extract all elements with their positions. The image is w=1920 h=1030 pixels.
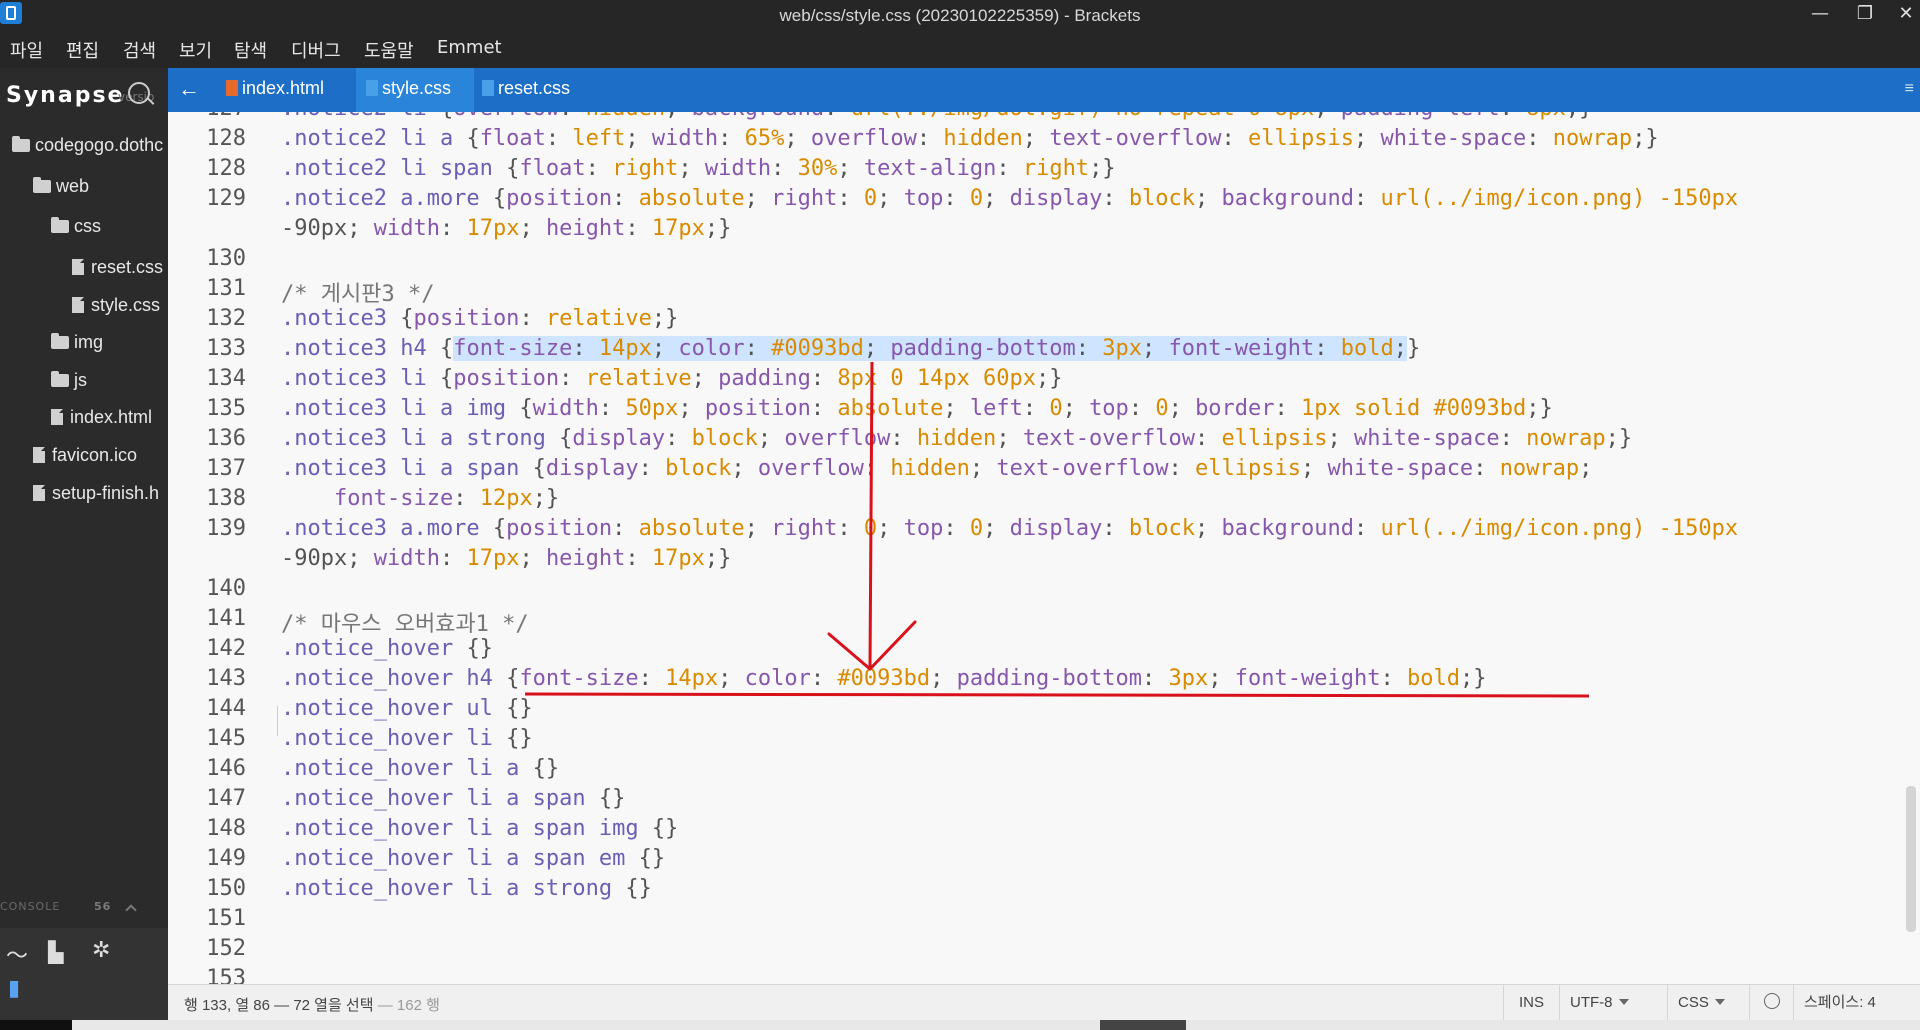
back-arrow-icon[interactable]: ←	[178, 76, 200, 102]
file-icon	[72, 259, 84, 275]
tree-file-setup-finish[interactable]: setup-finish.h	[33, 483, 159, 504]
tree-folder-web[interactable]: web	[33, 176, 89, 197]
restore-icon[interactable]: ❐	[1845, 0, 1885, 32]
menu-bar: 파일 편집 검색 보기 탐색 디버그 도움말 Emmet	[0, 32, 1920, 68]
console-label: CONSOLE	[0, 900, 61, 913]
menu-view[interactable]: 보기	[179, 37, 212, 63]
file-icon	[72, 297, 84, 313]
brackets-window: web/css/style.css (20230102225359) - Bra…	[0, 0, 1920, 1030]
tab-style-css[interactable]: style.css	[356, 68, 474, 112]
brackets-logo-icon[interactable]: ▮	[8, 976, 20, 1001]
linter-status[interactable]	[1749, 985, 1793, 1021]
tree-file-style-css[interactable]: style.css	[72, 295, 160, 316]
sidebar: Synapse versio codegogo.dothc web css re…	[0, 68, 168, 1030]
annotation-overlay	[524, 361, 1590, 698]
live-preview-graph-icon[interactable]: 〜	[6, 938, 28, 970]
encoding-select[interactable]: UTF-8	[1559, 985, 1667, 1021]
taskbar-item	[1100, 1020, 1186, 1030]
tab-index-html[interactable]: index.html	[218, 68, 344, 112]
indent-setting[interactable]: 스페이스: 4	[1793, 985, 1920, 1021]
menu-edit[interactable]: 편집	[66, 37, 99, 63]
menu-emmet[interactable]: Emmet	[437, 37, 502, 58]
folder-icon	[51, 371, 69, 387]
css-file-icon	[366, 80, 378, 96]
insert-mode-indicator[interactable]: INS	[1503, 985, 1559, 1021]
console-toggle[interactable]: CONSOLE 56	[0, 900, 168, 924]
annotation-arrow-head	[827, 620, 917, 671]
tree-file-favicon[interactable]: favicon.ico	[33, 445, 137, 466]
tree-folder-root[interactable]: codegogo.dothc	[12, 135, 163, 156]
taskbar-strip	[72, 1020, 1920, 1030]
file-icon	[33, 447, 45, 463]
tab-bar: ← index.html style.css reset.css ≡	[168, 68, 1920, 112]
folder-open-icon	[12, 136, 30, 152]
synapse-brand: Synapse	[6, 83, 125, 108]
tree-folder-img[interactable]: img	[51, 332, 103, 353]
annotation-underline	[524, 692, 1590, 698]
menu-file[interactable]: 파일	[10, 37, 43, 63]
chevron-down-icon	[1714, 999, 1725, 1005]
html-file-icon	[226, 80, 238, 96]
circle-status-icon	[1763, 993, 1780, 1009]
tree-folder-js[interactable]: js	[51, 370, 87, 391]
window-title: web/css/style.css (20230102225359) - Bra…	[779, 6, 1141, 25]
tree-file-index-html[interactable]: index.html	[51, 407, 152, 428]
menu-debug[interactable]: 디버그	[291, 37, 341, 63]
menu-search[interactable]: 검색	[123, 37, 156, 63]
menu-help[interactable]: 도움말	[364, 37, 414, 63]
tree-folder-css[interactable]: css	[51, 216, 101, 237]
file-icon	[51, 409, 63, 425]
chevron-down-icon	[1618, 999, 1629, 1005]
tree-file-reset-css[interactable]: reset.css	[72, 257, 163, 278]
title-bar: web/css/style.css (20230102225359) - Bra…	[0, 0, 1920, 32]
tab-reset-css[interactable]: reset.css	[474, 68, 588, 112]
extensions-icon[interactable]: ▙	[48, 940, 63, 964]
language-select[interactable]: CSS	[1667, 985, 1749, 1021]
vertical-scrollbar[interactable]	[1906, 786, 1916, 932]
folder-open-icon	[51, 217, 69, 233]
search-icon[interactable]	[128, 82, 150, 104]
status-bar: 행 133, 열 86 — 72 열을 선택 — 162 행 INS UTF-8…	[168, 984, 1920, 1021]
menu-navigate[interactable]: 탐색	[234, 37, 267, 63]
code-editor[interactable]: 1271281281291301311321331341351361371381…	[168, 112, 1920, 984]
chevron-up-icon	[125, 904, 137, 916]
menu-lines-icon[interactable]: ≡	[1905, 80, 1914, 98]
annotation-arrow-shaft	[868, 361, 874, 670]
taskbar-edge	[0, 1020, 1920, 1030]
folder-open-icon	[33, 177, 51, 193]
css-file-icon	[482, 80, 494, 96]
folder-icon	[51, 333, 69, 349]
minimize-icon[interactable]: —	[1800, 0, 1840, 32]
close-icon[interactable]: ✕	[1886, 0, 1920, 32]
console-count: 56	[94, 900, 112, 913]
sidebar-toolbar: 〜 ▙ ✲ ▮	[0, 928, 168, 1030]
file-icon	[33, 485, 45, 501]
cursor-position: 행 133, 열 86 — 72 열을 선택 — 162 행	[184, 997, 440, 1014]
magic-wand-icon[interactable]: ✲	[92, 938, 110, 963]
